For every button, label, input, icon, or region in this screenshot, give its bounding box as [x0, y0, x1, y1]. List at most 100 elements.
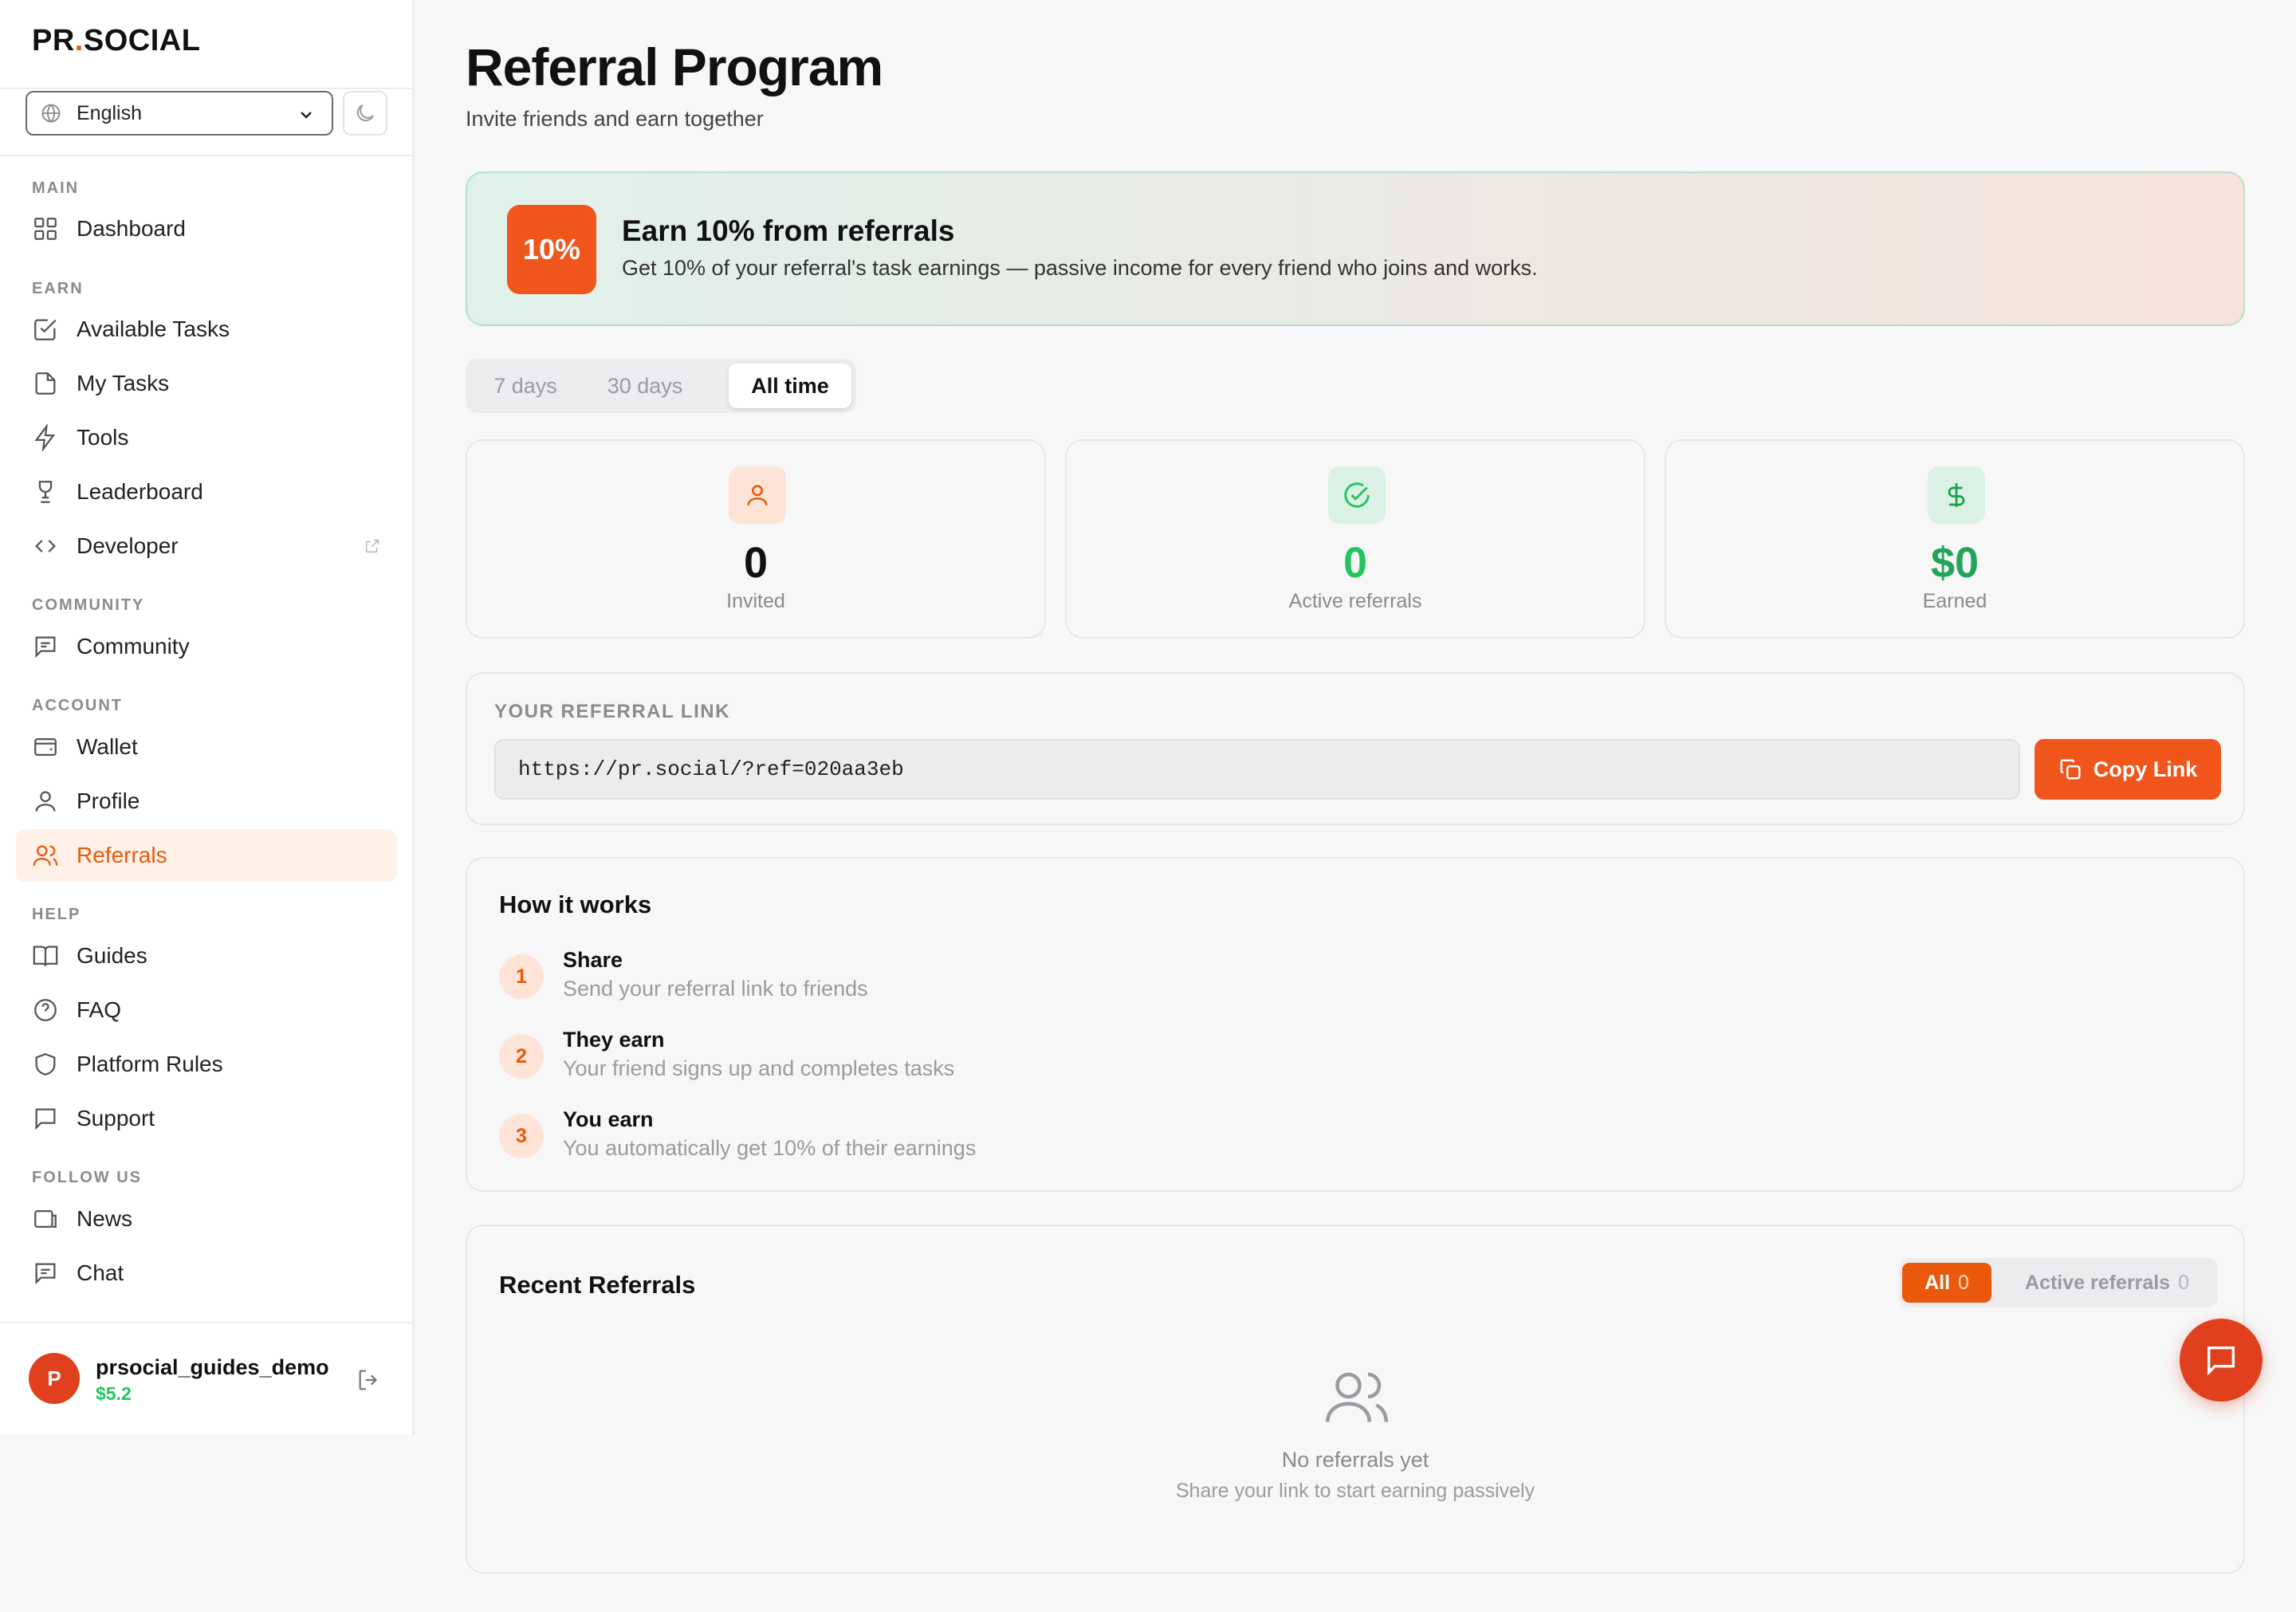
earned-value: $0: [1930, 539, 1980, 587]
earned-label: Earned: [1922, 590, 1987, 612]
active-label: Active referrals: [1288, 590, 1422, 612]
chat-bubble-icon: [35, 1108, 56, 1130]
how-it-works-card: How it works 1 Share Send your referral …: [466, 857, 2245, 1192]
sidebar-item-label: Platform Rules: [77, 1052, 223, 1076]
referral-filter-tabs: All 0 Active referrals 0: [1899, 1258, 2218, 1307]
logo[interactable]: PR.SOCIAL: [32, 24, 200, 58]
sidebar-item-news[interactable]: News: [16, 1193, 397, 1245]
sidebar-item-label: Profile: [77, 788, 140, 813]
period-tabs: 7 days 30 days All time: [466, 359, 856, 413]
sidebar-item-label: Referrals: [77, 843, 167, 867]
sidebar-item-leaderboard[interactable]: Leaderboard: [16, 466, 397, 518]
divider: [0, 155, 412, 156]
page-subtitle: Invite friends and earn together: [466, 107, 764, 131]
users-icon: [1325, 1372, 1389, 1422]
book-open-icon: [33, 946, 58, 966]
sidebar-item-faq[interactable]: FAQ: [16, 984, 397, 1036]
tab-7-days[interactable]: 7 days: [474, 364, 577, 408]
sidebar-item-label: Leaderboard: [77, 479, 203, 504]
divider: [0, 88, 412, 89]
step-item: 3 You earn You automatically get 10% of …: [499, 1107, 1615, 1171]
sidebar-item-referrals[interactable]: Referrals: [16, 829, 397, 882]
check-icon-badge: [1328, 466, 1386, 524]
users-icon: [33, 845, 58, 866]
active-value: 0: [1343, 539, 1368, 587]
logo-left: PR: [32, 24, 75, 57]
message-square-icon: [35, 1263, 56, 1285]
invited-value: 0: [743, 539, 769, 587]
language-select[interactable]: English: [26, 91, 333, 136]
language-value: English: [77, 101, 142, 124]
banner-title: Earn 10% from referrals: [622, 214, 955, 247]
filter-active-referrals[interactable]: Active referrals 0: [2001, 1263, 2213, 1303]
theme-toggle-button[interactable]: [343, 91, 387, 136]
step-item: 2 They earn Your friend signs up and com…: [499, 1028, 1615, 1091]
user-name: prsocial_guides_demo: [96, 1355, 329, 1379]
tablet-icon: [34, 1209, 57, 1229]
trophy-icon: [38, 481, 53, 503]
tab-30-days[interactable]: 30 days: [585, 364, 705, 408]
step-title: They earn: [563, 1028, 665, 1052]
step-number: 2: [499, 1034, 544, 1079]
sidebar-item-label: Chat: [77, 1260, 124, 1285]
section-main: MAIN: [32, 179, 80, 197]
step-title: Share: [563, 948, 623, 972]
section-community: COMMUNITY: [32, 596, 145, 614]
sidebar-item-platform-rules[interactable]: Platform Rules: [16, 1038, 397, 1091]
code-icon: [35, 540, 56, 552]
filter-active-count: 0: [2178, 1271, 2189, 1294]
sidebar-item-developer[interactable]: Developer: [16, 520, 397, 572]
section-help: HELP: [32, 906, 81, 923]
moon-icon: [356, 104, 374, 122]
how-it-works-title: How it works: [499, 891, 652, 918]
step-description: You automatically get 10% of their earni…: [563, 1136, 977, 1160]
filter-all[interactable]: All 0: [1902, 1263, 1991, 1303]
chat-support-button[interactable]: [2180, 1319, 2263, 1402]
sidebar-item-available-tasks[interactable]: Available Tasks: [16, 303, 397, 356]
tab-all-time[interactable]: All time: [729, 364, 851, 408]
stat-card-active: 0 Active referrals: [1065, 439, 1645, 639]
chevron-down-icon: [301, 112, 312, 119]
copy-link-label: Copy Link: [2093, 757, 2198, 781]
sidebar: PR.SOCIAL English MAIN Dashboard EARN Av…: [0, 0, 415, 1435]
sidebar-item-support[interactable]: Support: [16, 1092, 397, 1145]
avatar[interactable]: P: [29, 1353, 80, 1404]
section-account: ACCOUNT: [32, 697, 123, 714]
copy-icon: [2060, 759, 2081, 780]
filter-all-count: 0: [1958, 1271, 1969, 1294]
referral-link-label: YOUR REFERRAL LINK: [494, 701, 730, 722]
page-title: Referral Program: [466, 37, 883, 96]
recent-referrals-card: Recent Referrals All 0 Active referrals 0 …: [466, 1225, 2245, 1574]
sidebar-item-community[interactable]: Community: [16, 620, 397, 673]
referral-banner: 10% Earn 10% from referrals Get 10% of y…: [466, 171, 2245, 326]
step-description: Your friend signs up and completes tasks: [563, 1056, 955, 1080]
filter-active-label: Active referrals: [2025, 1271, 2171, 1294]
sidebar-item-tools[interactable]: Tools: [16, 411, 397, 464]
sidebar-item-guides[interactable]: Guides: [16, 930, 397, 982]
section-earn: EARN: [32, 280, 84, 297]
step-title: You earn: [563, 1107, 654, 1131]
globe-icon: [41, 104, 61, 123]
stat-card-invited: 0 Invited: [466, 439, 1046, 639]
section-follow-us: FOLLOW US: [32, 1169, 142, 1186]
referral-link-field[interactable]: https://pr.social/?ref=020aa3eb: [494, 739, 2020, 800]
step-description: Send your referral link to friends: [563, 977, 868, 1001]
copy-link-button[interactable]: Copy Link: [2035, 739, 2221, 800]
sidebar-item-profile[interactable]: Profile: [16, 775, 397, 828]
sidebar-item-my-tasks[interactable]: My Tasks: [16, 357, 397, 410]
message-square-icon: [35, 636, 56, 659]
sidebar-item-label: Support: [77, 1106, 155, 1130]
step-number: 3: [499, 1114, 544, 1158]
sidebar-item-dashboard[interactable]: Dashboard: [16, 202, 397, 255]
empty-state-subtitle: Share your link to start earning passive…: [1175, 1480, 1535, 1502]
sidebar-item-label: Tools: [77, 425, 129, 450]
sidebar-item-chat[interactable]: Chat: [16, 1247, 397, 1299]
sidebar-item-wallet[interactable]: Wallet: [16, 721, 397, 773]
lightning-icon: [34, 424, 56, 451]
recent-referrals-title: Recent Referrals: [499, 1271, 696, 1299]
sidebar-item-label: Available Tasks: [77, 317, 230, 341]
step-item: 1 Share Send your referral link to frien…: [499, 948, 1615, 1012]
logout-icon[interactable]: [356, 1366, 383, 1394]
wallet-icon: [34, 737, 57, 757]
sidebar-item-label: Wallet: [77, 734, 138, 759]
